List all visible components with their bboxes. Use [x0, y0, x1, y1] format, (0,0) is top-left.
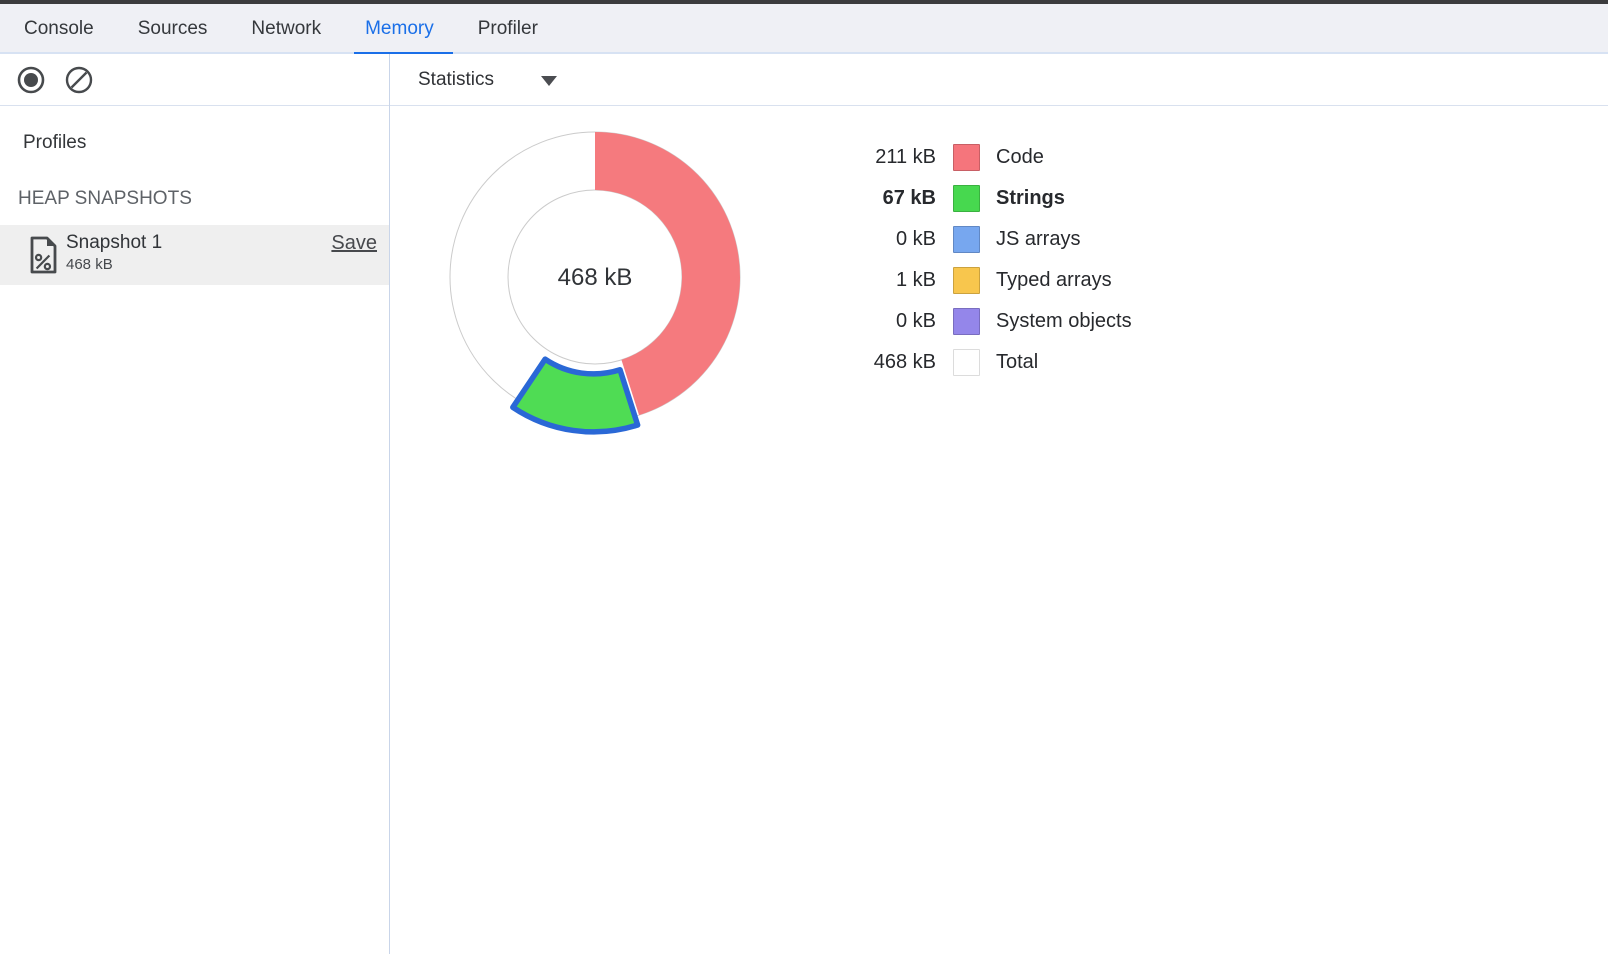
legend-swatch-typed-arrays [953, 267, 980, 294]
snapshot-title: Snapshot 1 [66, 232, 162, 254]
legend-value: 0 kB [845, 228, 936, 251]
record-icon [17, 66, 45, 94]
heap-snapshot-icon [29, 236, 57, 274]
legend-swatch-js-arrays [953, 226, 980, 253]
devtools-tabbar: Console Sources Network Memory Profiler [0, 4, 1608, 54]
legend-row-code[interactable]: 211 kB Code [845, 137, 1132, 178]
donut-segment-strings[interactable] [513, 359, 638, 432]
tab-profiler[interactable]: Profiler [456, 4, 560, 54]
clear-icon [65, 66, 93, 94]
legend-label: Total [996, 351, 1038, 374]
legend-row-total[interactable]: 468 kB Total [845, 342, 1132, 383]
legend-row-strings[interactable]: 67 kB Strings [845, 178, 1132, 219]
donut-center-label: 468 kB [558, 264, 633, 291]
tab-console[interactable]: Console [2, 4, 116, 54]
legend-value: 211 kB [845, 146, 936, 169]
legend-row-typed-arrays[interactable]: 1 kB Typed arrays [845, 260, 1132, 301]
chevron-down-icon [541, 76, 557, 86]
tab-memory[interactable]: Memory [343, 4, 456, 54]
snapshot-list-item[interactable]: Snapshot 1 468 kB Save [0, 225, 389, 285]
snapshot-size: 468 kB [66, 256, 113, 273]
memory-toolbar [0, 54, 1608, 106]
devtools-window: Console Sources Network Memory Profiler … [0, 0, 1608, 954]
legend-swatch-code [953, 144, 980, 171]
legend-swatch-total [953, 349, 980, 376]
clear-button[interactable] [65, 66, 93, 94]
heap-usage-donut-chart[interactable]: 468 kB [430, 115, 760, 460]
legend-label: Code [996, 146, 1044, 169]
profiles-title: Profiles [23, 132, 86, 154]
legend-value: 1 kB [845, 269, 936, 292]
legend-swatch-strings [953, 185, 980, 212]
tab-sources[interactable]: Sources [116, 4, 230, 54]
legend-value: 468 kB [845, 351, 936, 374]
legend-label: Typed arrays [996, 269, 1112, 292]
legend-value: 67 kB [845, 187, 936, 210]
save-snapshot-link[interactable]: Save [331, 232, 377, 255]
legend-value: 0 kB [845, 310, 936, 333]
perspective-select[interactable]: Statistics [418, 54, 557, 105]
legend-label: JS arrays [996, 228, 1080, 251]
perspective-select-value: Statistics [418, 69, 494, 91]
record-button[interactable] [17, 66, 45, 94]
heap-snapshots-section-title: HEAP SNAPSHOTS [18, 188, 192, 210]
tab-network[interactable]: Network [229, 4, 343, 54]
legend-row-system-objects[interactable]: 0 kB System objects [845, 301, 1132, 342]
legend-label: Strings [996, 187, 1065, 210]
chart-legend: 211 kB Code 67 kB Strings 0 kB JS arrays… [845, 137, 1132, 383]
legend-swatch-system-objects [953, 308, 980, 335]
legend-row-js-arrays[interactable]: 0 kB JS arrays [845, 219, 1132, 260]
legend-label: System objects [996, 310, 1132, 333]
